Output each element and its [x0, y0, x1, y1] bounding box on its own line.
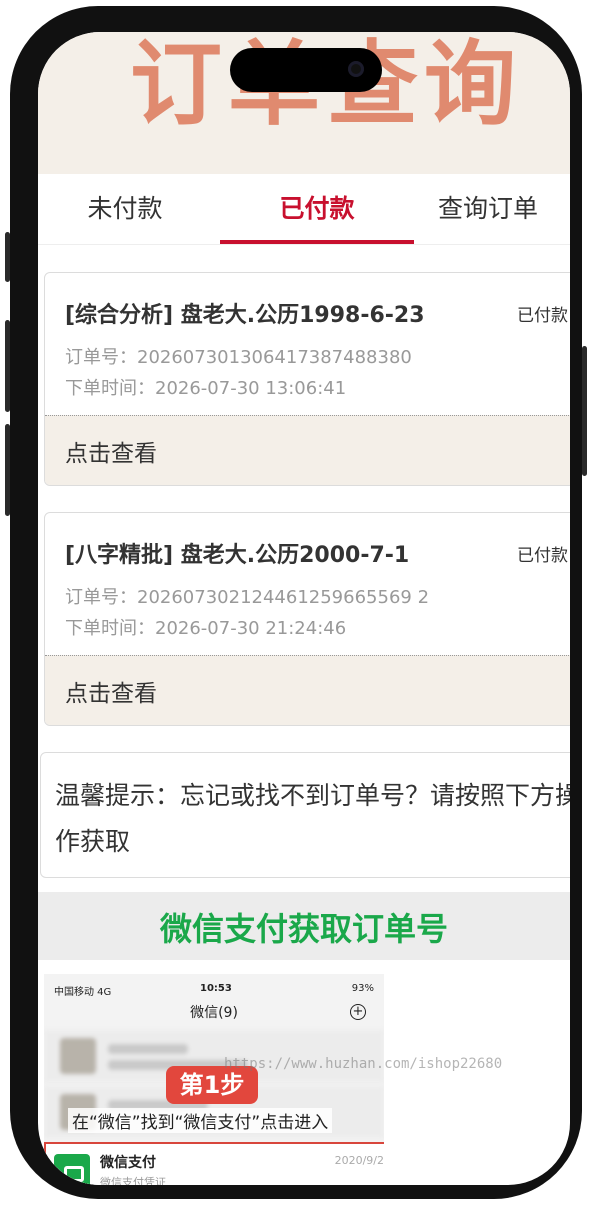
order-card: [综合分析] 盘老大.公历1998-6-23 已付款 订单号：202607301…	[44, 272, 570, 486]
wechat-pay-icon	[54, 1154, 90, 1185]
view-order-button[interactable]: 点击查看	[45, 655, 570, 725]
order-title: [八字精批] 盘老大.公历2000-7-1	[65, 543, 410, 568]
dynamic-island	[230, 48, 382, 92]
battery-label: 93%	[351, 983, 374, 994]
wechat-pay-row: 微信支付 微信支付凭证 2020/9/2	[44, 1142, 384, 1185]
step-instruction: 在“微信”找到“微信支付”点击进入	[68, 1108, 333, 1133]
screen: 订单查询 未付款 已付款 查询订单 [综合分析] 盘老大.公历1998-6-23…	[38, 32, 570, 1185]
tab-bar: 未付款 已付款 查询订单	[38, 174, 570, 245]
wechat-section-title: 微信支付获取订单号	[159, 910, 448, 948]
view-order-button[interactable]: 点击查看	[45, 415, 570, 485]
wechat-guide-image: 中国移动 4G 10:53 93% 微信(9) + 第1步 在“微信”找到“微信…	[44, 974, 384, 1185]
order-number: 订单号：202607302124461259665569 2	[65, 587, 430, 608]
tip-text: 温馨提示：忘记或找不到订单号？请按照下方操作获取	[55, 781, 570, 856]
power-button	[582, 346, 587, 476]
plus-icon: +	[350, 1004, 366, 1020]
status-bar: 中国移动 4G 10:53 93%	[44, 974, 384, 1004]
tab-query-order[interactable]: 查询订单	[438, 174, 570, 244]
carrier-label: 中国移动 4G	[54, 987, 112, 998]
action-button	[5, 232, 10, 282]
camera-icon	[348, 61, 364, 77]
tab-paid[interactable]: 已付款	[220, 174, 414, 244]
wechat-pay-date: 2020/9/2	[334, 1154, 384, 1167]
clock-label: 10:53	[200, 983, 232, 994]
order-card: [八字精批] 盘老大.公历2000-7-1 已付款 订单号：2026073021…	[44, 512, 570, 726]
view-order-label: 点击查看	[65, 681, 157, 707]
wechat-pay-subtitle: 微信支付凭证	[100, 1176, 166, 1185]
wechat-section-banner: 微信支付获取订单号	[38, 892, 570, 960]
order-status: 已付款	[517, 546, 568, 566]
tab-unpaid[interactable]: 未付款	[60, 174, 190, 244]
tip-box: 温馨提示：忘记或找不到订单号？请按照下方操作获取	[40, 752, 570, 878]
wechat-title: 微信(9)	[190, 1005, 238, 1021]
order-status: 已付款	[517, 306, 568, 326]
view-order-label: 点击查看	[65, 441, 157, 467]
order-time: 下单时间：2026-07-30 21:24:46	[65, 618, 347, 639]
order-title: [综合分析] 盘老大.公历1998-6-23	[65, 303, 425, 328]
volume-down-button	[5, 424, 10, 516]
active-tab-indicator	[220, 240, 414, 244]
volume-up-button	[5, 320, 10, 412]
order-number: 订单号：202607301306417387488380	[65, 347, 412, 368]
watermark: https://www.huzhan.com/ishop22680	[224, 1056, 503, 1072]
phone-frame: 订单查询 未付款 已付款 查询订单 [综合分析] 盘老大.公历1998-6-23…	[5, 6, 587, 1199]
order-time: 下单时间：2026-07-30 13:06:41	[65, 378, 347, 399]
wechat-pay-name: 微信支付	[100, 1155, 156, 1171]
